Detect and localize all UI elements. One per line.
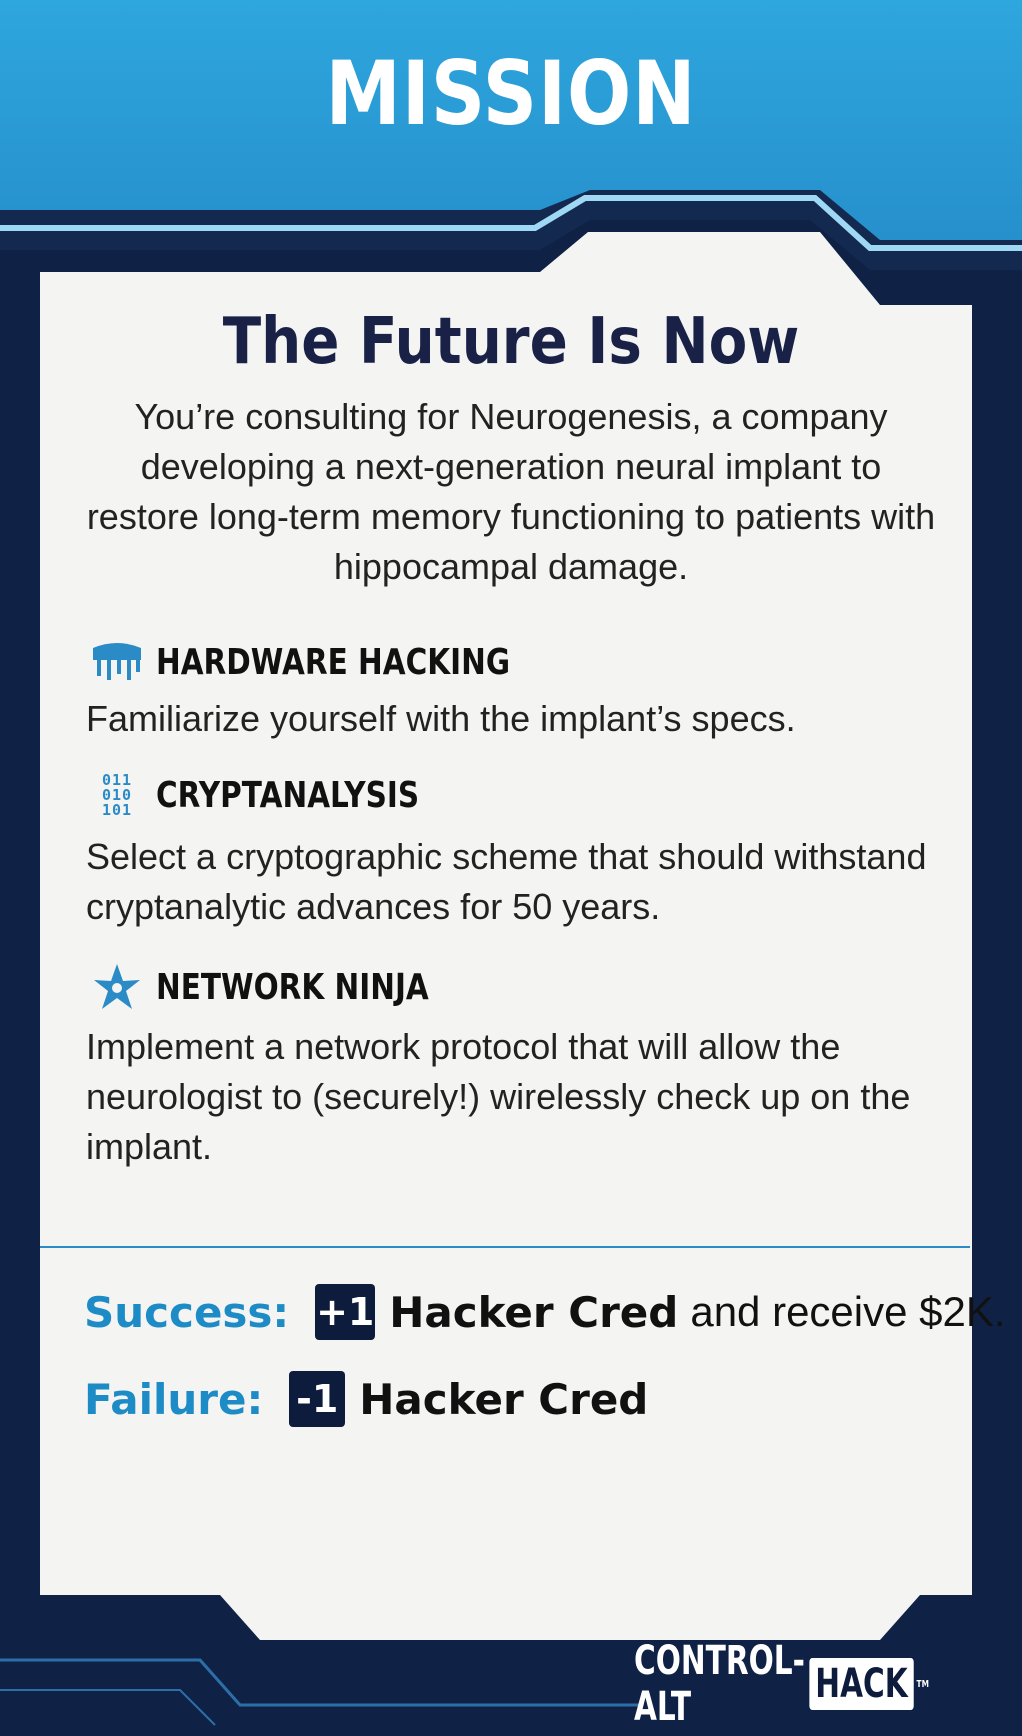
cred-plus-badge: +1 (315, 1284, 376, 1340)
skill-description: Familiarize yourself with the implant’s … (86, 698, 796, 739)
hacker-cred-text: Hacker Cred (389, 1287, 679, 1337)
control-alt-hack-logo: CONTROL-ALT HACK TM (634, 1638, 929, 1730)
binary-icon: 011 010 101 (86, 770, 148, 820)
skill-cryptanalysis: 011 010 101 CRYPTANALYSIS (86, 770, 477, 820)
skill-name: HARDWARE HACKING (156, 641, 511, 683)
brand-hack: HACK (809, 1658, 914, 1710)
ninja-star-icon (86, 962, 148, 1012)
skill-name: CRYPTANALYSIS (156, 774, 420, 816)
trademark: TM (916, 1678, 929, 1690)
binary-icon-row: 101 (101, 800, 133, 819)
skill-network-ninja: NETWORK NINJA (86, 962, 489, 1012)
skill-hardware-hacking: HARDWARE HACKING (86, 637, 588, 687)
cred-minus-badge: -1 (289, 1371, 346, 1427)
skill-description: Implement a network protocol that will a… (86, 1026, 911, 1167)
success-reward: and receive $2K. (690, 1288, 1006, 1335)
success-row: Success: +1 Hacker Cred and receive $2K. (84, 1284, 1006, 1340)
chip-icon (86, 637, 148, 687)
skill-description: Select a cryptographic scheme that shoul… (86, 836, 927, 927)
brand-control-alt: CONTROL-ALT (634, 1638, 805, 1730)
mission-title: The Future Is Now (222, 305, 800, 379)
success-label: Success: (84, 1287, 290, 1337)
section-divider (40, 1246, 970, 1248)
hacker-cred-text: Hacker Cred (359, 1374, 649, 1424)
card-type-title: MISSION (325, 42, 697, 145)
failure-label: Failure: (84, 1374, 264, 1424)
mission-intro: You’re consulting for Neurogenesis, a co… (86, 396, 936, 587)
skill-name: NETWORK NINJA (156, 966, 429, 1008)
failure-row: Failure: -1 Hacker Cred (84, 1371, 660, 1427)
